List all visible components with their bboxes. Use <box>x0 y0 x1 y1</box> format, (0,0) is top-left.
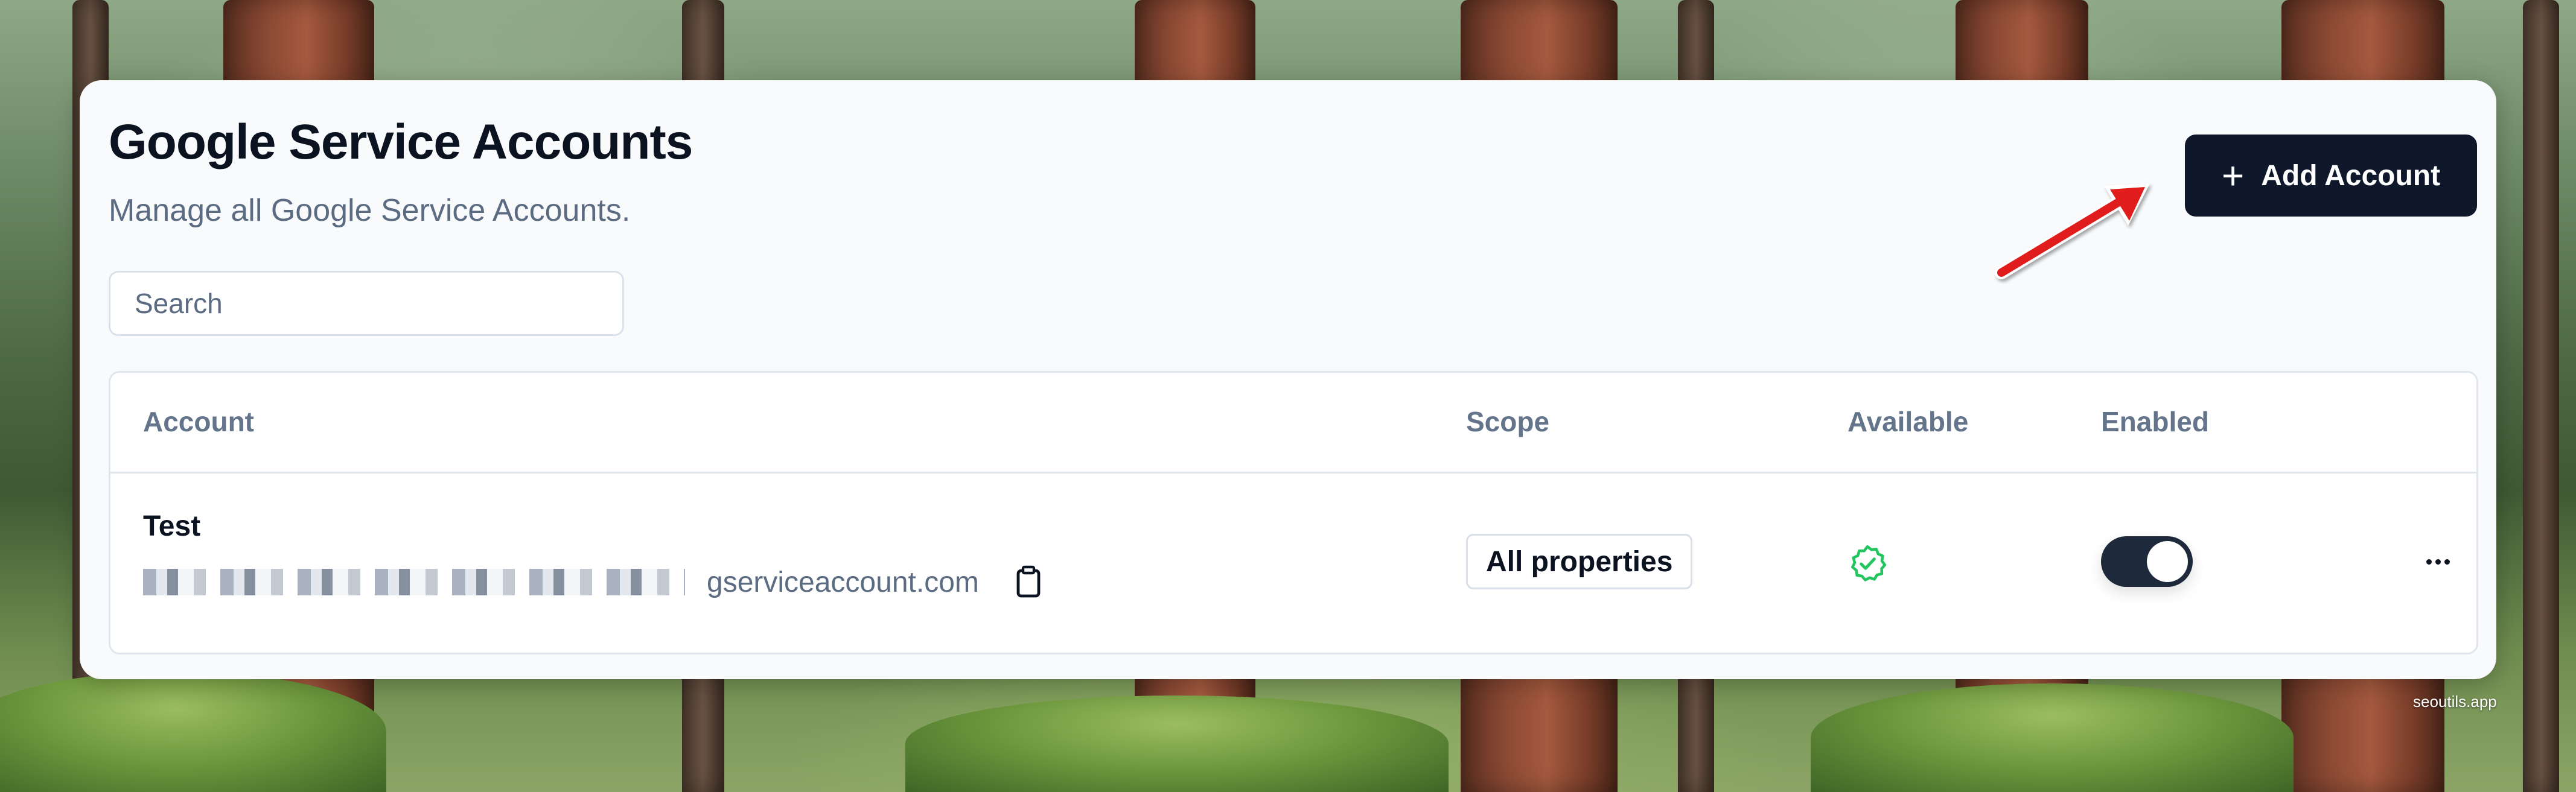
annotation-arrow-icon <box>1995 183 2150 279</box>
row-actions-button[interactable] <box>2417 541 2458 582</box>
undergrowth <box>905 695 1449 792</box>
undergrowth <box>1811 683 2294 792</box>
redacted-email-prefix <box>143 569 685 595</box>
plus-icon: + <box>2221 154 2245 197</box>
column-header-enabled: Enabled <box>2101 406 2209 437</box>
add-account-button[interactable]: + Add Account <box>2185 135 2477 217</box>
toggle-knob <box>2147 541 2188 582</box>
scope-badge: All properties <box>1466 534 1693 589</box>
page-subtitle: Manage all Google Service Accounts. <box>109 193 631 228</box>
clipboard-icon[interactable] <box>1015 565 1042 599</box>
watermark: seoutils.app <box>2413 692 2497 711</box>
page-title: Google Service Accounts <box>109 115 693 169</box>
accounts-table: Account Scope Available Enabled Test gse… <box>109 371 2478 654</box>
column-header-account: Account <box>143 406 254 437</box>
account-email: gserviceaccount.com <box>143 565 1042 599</box>
enabled-toggle[interactable] <box>2101 536 2193 587</box>
email-domain: gserviceaccount.com <box>707 566 979 598</box>
column-header-scope: Scope <box>1466 406 1550 437</box>
table-header: Account Scope Available Enabled <box>110 373 2476 474</box>
add-account-label: Add Account <box>2261 159 2441 192</box>
tree-trunk <box>2523 0 2559 792</box>
account-name: Test <box>143 510 201 542</box>
more-horizontal-icon <box>2444 559 2450 565</box>
search-input[interactable] <box>109 271 624 336</box>
verified-badge-icon <box>1851 545 1887 581</box>
more-horizontal-icon <box>2426 559 2432 565</box>
service-accounts-card: Google Service Accounts Manage all Googl… <box>80 80 2496 679</box>
table-row: Test gserviceaccount.com All properties <box>110 474 2476 653</box>
column-header-available: Available <box>1848 406 1969 437</box>
more-horizontal-icon <box>2435 559 2441 565</box>
